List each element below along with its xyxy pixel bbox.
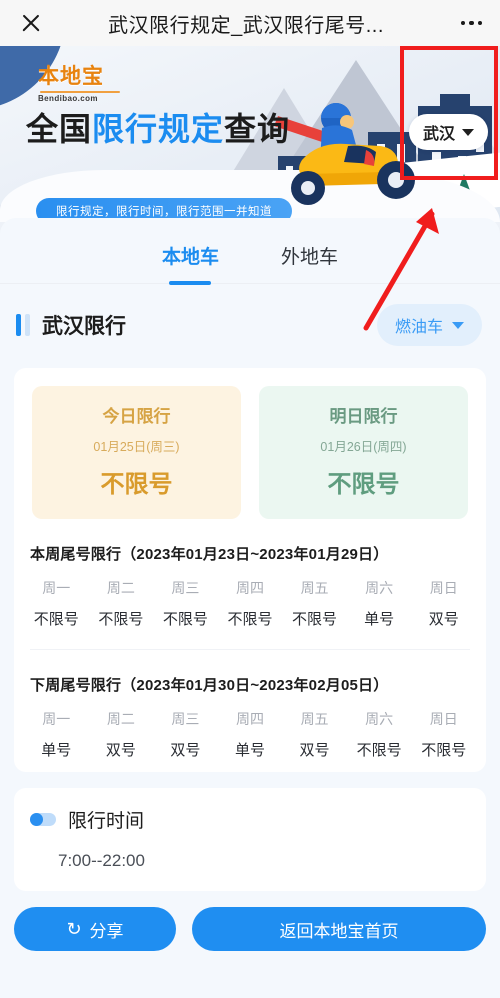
weekday-header: 周四 — [235, 711, 264, 727]
weekday-header: 周二 — [106, 580, 135, 596]
hero-banner: 本地宝 Bendibao.com 全国限行规定查询 限行规定，限行时间，限行范围… — [0, 46, 500, 222]
banner-headline: 全国限行规定查询 — [26, 104, 290, 150]
restriction-card: 今日限行 01月25日(周三) 不限号 明日限行 01月26日(周四) 不限号 … — [14, 368, 486, 772]
city-selector[interactable]: 武汉 — [408, 114, 488, 150]
next-week-title: 下周尾号限行（2023年01月30日~2023年02月05日） — [30, 677, 389, 694]
weekday-value: 不限号 — [162, 611, 208, 628]
today-label: 今日限行 — [102, 407, 171, 426]
today-restriction-box: 今日限行 01月25日(周三) 不限号 — [32, 386, 241, 519]
day-summary-row: 今日限行 01月25日(周三) 不限号 明日限行 01月26日(周四) 不限号 — [14, 386, 486, 519]
headline-pre: 全国 — [26, 110, 93, 148]
weekday-value: 单号 — [364, 611, 395, 628]
weekday-header: 周一 — [42, 580, 71, 596]
weekday-header: 周三 — [171, 580, 200, 596]
restriction-time-value: 7:00--22:00 — [58, 851, 145, 870]
chevron-down-icon — [462, 128, 474, 136]
weekday-header: 周四 — [235, 580, 264, 596]
this-week-title: 本周尾号限行（2023年01月23日~2023年01月29日） — [30, 546, 389, 563]
back-to-home-label: 返回本地宝首页 — [279, 921, 399, 941]
tab-nonlocal-car[interactable]: 外地车 — [281, 242, 338, 283]
dot — [469, 20, 474, 26]
weekday-value: 不限号 — [33, 611, 79, 628]
weekday-value: 不限号 — [292, 611, 338, 628]
weekday-header: 周五 — [300, 711, 329, 727]
fuel-type-label: 燃油车 — [394, 319, 443, 336]
toggle-on-icon[interactable] — [30, 813, 56, 826]
tab-local-car[interactable]: 本地车 — [162, 242, 219, 283]
site-logo: 本地宝 Bendibao.com — [38, 60, 120, 103]
weekday-value: 不限号 — [421, 742, 467, 759]
weekday-header: 周一 — [42, 711, 71, 727]
logo-text-en: Bendibao.com — [38, 94, 98, 103]
logo-underline — [40, 91, 120, 93]
content-panel: 本地车 外地车 武汉限行 燃油车 今日限行 01月25日(周三) 不限号 明日限… — [0, 218, 500, 998]
tab-bar: 本地车 外地车 — [0, 218, 500, 284]
tomorrow-value: 不限号 — [327, 471, 400, 498]
weekday-value: 双号 — [428, 611, 459, 628]
more-dots-icon[interactable] — [448, 20, 482, 26]
bar — [16, 314, 21, 336]
weekday-value: 单号 — [41, 742, 72, 759]
refresh-share-icon: ↻ — [66, 918, 82, 939]
weekday-header: 周五 — [300, 580, 329, 596]
weekday-value: 双号 — [170, 742, 201, 759]
today-value: 不限号 — [100, 471, 173, 498]
weekday-header: 周日 — [429, 711, 458, 727]
city-selector-label: 武汉 — [422, 126, 455, 143]
tomorrow-date: 01月26日(周四) — [320, 440, 407, 454]
section-title: 武汉限行 — [42, 315, 126, 338]
logo-text-cn: 本地宝 — [38, 64, 104, 88]
this-week-grid: 周一 周二 周三 周四 周五 周六 周日 不限号 不限号 不限号 不限号 不限号… — [14, 564, 486, 635]
action-button-row: ↻ 分享 返回本地宝首页 — [0, 891, 500, 951]
headline-post: 查询 — [224, 110, 291, 148]
share-button[interactable]: ↻ 分享 — [14, 907, 176, 951]
mobile-webview-screen: 武汉限行规定_武汉限行尾号... 本地宝 Bendibao.com 全国限行规定… — [0, 0, 500, 998]
dot — [477, 20, 482, 26]
weekday-header: 周三 — [171, 711, 200, 727]
fuel-type-selector[interactable]: 燃油车 — [376, 304, 482, 346]
tomorrow-label: 明日限行 — [329, 407, 398, 426]
close-icon[interactable] — [18, 10, 44, 36]
back-to-home-button[interactable]: 返回本地宝首页 — [192, 907, 486, 951]
weekday-value: 单号 — [234, 742, 265, 759]
section-header: 武汉限行 燃油车 — [0, 284, 500, 346]
weekday-value: 不限号 — [356, 742, 402, 759]
share-button-label: 分享 — [89, 921, 124, 941]
dot — [460, 20, 465, 26]
weekday-value: 双号 — [105, 742, 136, 759]
headline-highlight: 限行规定 — [92, 110, 225, 148]
weekday-value: 不限号 — [98, 611, 144, 628]
bar — [25, 314, 30, 336]
tomorrow-restriction-box: 明日限行 01月26日(周四) 不限号 — [259, 386, 468, 519]
weekday-header: 周日 — [429, 580, 458, 596]
page-title: 武汉限行规定_武汉限行尾号... — [108, 14, 384, 37]
restriction-time-header: 限行时间 — [14, 806, 486, 833]
browser-navbar: 武汉限行规定_武汉限行尾号... — [0, 0, 500, 46]
weekday-header: 周二 — [106, 711, 135, 727]
next-week-grid: 周一 周二 周三 周四 周五 周六 周日 单号 双号 双号 单号 双号 不限号 … — [14, 695, 486, 766]
today-date: 01月25日(周三) — [93, 440, 180, 454]
restriction-time-card: 限行时间 7:00--22:00 — [14, 788, 486, 891]
restriction-time-label: 限行时间 — [68, 811, 145, 832]
weekday-value: 双号 — [299, 742, 330, 759]
weekday-header: 周六 — [365, 711, 394, 727]
weekday-header: 周六 — [365, 580, 394, 596]
chevron-down-icon — [452, 321, 464, 329]
weekday-value: 不限号 — [227, 611, 273, 628]
section-marker-icon — [16, 314, 30, 336]
